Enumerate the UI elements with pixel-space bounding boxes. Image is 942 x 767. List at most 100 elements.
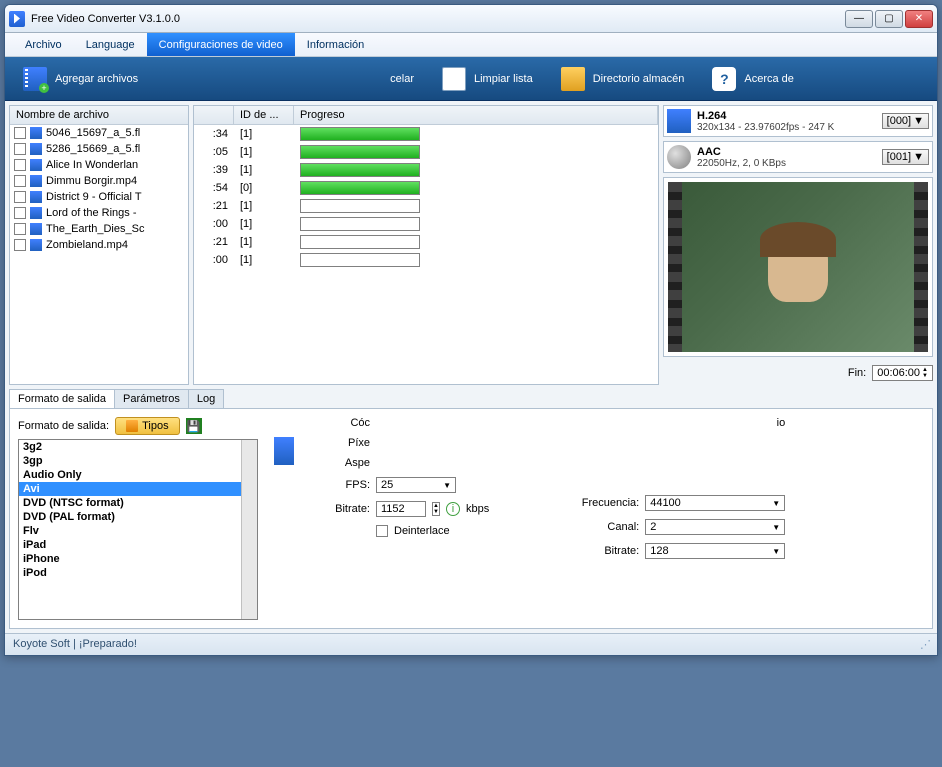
film-add-icon: + (23, 67, 47, 91)
maximize-button[interactable]: ▢ (875, 10, 903, 28)
audio-codec-info: 22050Hz, 2, 0 KBps (697, 158, 876, 169)
resize-grip[interactable]: ⋰ (920, 638, 929, 651)
file-row[interactable]: Zombieland.mp4 (10, 237, 188, 253)
format-option[interactable]: 3g2 (19, 440, 257, 454)
tab-log[interactable]: Log (188, 389, 224, 408)
storage-dir-button[interactable]: Directorio almacén (549, 62, 697, 96)
abitrate-select[interactable]: 128▼ (645, 543, 785, 559)
video-stream-select[interactable]: [000]▼ (882, 113, 929, 129)
progress-row[interactable]: :00[1] (194, 251, 658, 269)
cancel-button-partial[interactable]: celar (378, 62, 426, 96)
file-checkbox[interactable] (14, 191, 26, 203)
file-row[interactable]: Dimmu Borgir.mp4 (10, 173, 188, 189)
file-checkbox[interactable] (14, 143, 26, 155)
clear-list-button[interactable]: Limpiar lista (430, 62, 545, 96)
fin-time-input[interactable]: 00:06:00 ▲▼ (872, 365, 933, 381)
progress-row[interactable]: :39[1] (194, 161, 658, 179)
progress-row[interactable]: :21[1] (194, 233, 658, 251)
add-files-button[interactable]: + Agregar archivos (11, 62, 150, 96)
bitrate-input[interactable]: 1152 (376, 501, 426, 517)
spin-down-icon[interactable]: ▼ (433, 509, 439, 515)
file-name: 5046_15697_a_5.fl (46, 127, 140, 139)
app-icon (9, 11, 25, 27)
format-option[interactable]: DVD (NTSC format) (19, 496, 257, 510)
canal-label: Canal: (569, 521, 639, 533)
menu-config[interactable]: Configuraciones de video (147, 33, 295, 56)
col-time[interactable] (194, 106, 234, 124)
video-params-icon (274, 437, 294, 465)
file-checkbox[interactable] (14, 239, 26, 251)
progress-bar (300, 235, 420, 249)
tab-formato[interactable]: Formato de salida (9, 389, 115, 408)
file-checkbox[interactable] (14, 223, 26, 235)
format-listbox[interactable]: 3g23gpAudio OnlyAviDVD (NTSC format)DVD … (18, 439, 258, 620)
file-row[interactable]: The_Earth_Dies_Sc (10, 221, 188, 237)
menu-language[interactable]: Language (74, 33, 147, 56)
format-option[interactable]: Audio Only (19, 468, 257, 482)
file-row[interactable]: 5286_15669_a_5.fl (10, 141, 188, 157)
fin-label: Fin: (848, 367, 866, 379)
progress-bar (300, 181, 420, 195)
file-row[interactable]: 5046_15697_a_5.fl (10, 125, 188, 141)
close-button[interactable]: ✕ (905, 10, 933, 28)
abitrate-label: Bitrate: (569, 545, 639, 557)
spin-down-icon[interactable]: ▼ (922, 373, 928, 379)
audio-codec-name: AAC (697, 146, 876, 158)
col-progress[interactable]: Progreso (294, 106, 658, 124)
format-option[interactable]: iPad (19, 538, 257, 552)
progress-bar (300, 217, 420, 231)
format-option[interactable]: iPod (19, 566, 257, 580)
format-option[interactable]: iPhone (19, 552, 257, 566)
file-name: Dimmu Borgir.mp4 (46, 175, 137, 187)
file-checkbox[interactable] (14, 159, 26, 171)
video-codec-name: H.264 (697, 110, 876, 122)
video-codec-icon (667, 109, 691, 133)
video-codec-box: H.264 320x134 - 23.97602fps - 247 K [000… (663, 105, 933, 137)
audio-stream-select[interactable]: [001]▼ (882, 149, 929, 165)
progress-row[interactable]: :54[0] (194, 179, 658, 197)
progress-row[interactable]: :00[1] (194, 215, 658, 233)
save-icon[interactable]: 💾 (186, 418, 202, 434)
tipos-button[interactable]: Tipos (115, 417, 180, 435)
info-icon[interactable]: i (446, 502, 460, 516)
file-checkbox[interactable] (14, 175, 26, 187)
col-id[interactable]: ID de ... (234, 106, 294, 124)
format-option[interactable]: Flv (19, 524, 257, 538)
app-window: Free Video Converter V3.1.0.0 — ▢ ✕ Arch… (4, 4, 938, 656)
format-scrollbar[interactable] (241, 440, 257, 619)
format-option[interactable]: 3gp (19, 454, 257, 468)
vendor-label: Koyote Soft (13, 638, 70, 650)
tab-params[interactable]: Parámetros (114, 389, 189, 408)
file-checkbox[interactable] (14, 127, 26, 139)
format-option[interactable]: DVD (PAL format) (19, 510, 257, 524)
bitrate-label: Bitrate: (310, 503, 370, 515)
file-list: Nombre de archivo 5046_15697_a_5.fl 5286_… (9, 105, 189, 385)
file-list-header[interactable]: Nombre de archivo (10, 106, 188, 125)
format-option[interactable]: Avi (19, 482, 257, 496)
progress-bar (300, 253, 420, 267)
canal-select[interactable]: 2▼ (645, 519, 785, 535)
freq-select[interactable]: 44100▼ (645, 495, 785, 511)
file-name: Zombieland.mp4 (46, 239, 128, 251)
menu-info[interactable]: Información (295, 33, 376, 56)
minimize-button[interactable]: — (845, 10, 873, 28)
progress-row[interactable]: :21[1] (194, 197, 658, 215)
toolbar: + Agregar archivos celar Limpiar lista D… (5, 57, 937, 101)
file-icon (30, 239, 42, 251)
titlebar[interactable]: Free Video Converter V3.1.0.0 — ▢ ✕ (5, 5, 937, 33)
fps-select[interactable]: 25▼ (376, 477, 456, 493)
menu-archivo[interactable]: Archivo (13, 33, 74, 56)
progress-row[interactable]: :05[1] (194, 143, 658, 161)
about-button[interactable]: ? Acerca de (700, 62, 806, 96)
deinterlace-checkbox[interactable] (376, 525, 388, 537)
file-row[interactable]: Alice In Wonderlan (10, 157, 188, 173)
content-area: Nombre de archivo 5046_15697_a_5.fl 5286_… (5, 101, 937, 633)
file-checkbox[interactable] (14, 207, 26, 219)
progress-bar (300, 163, 420, 177)
document-icon (442, 67, 466, 91)
preview-pane (663, 177, 933, 357)
file-row[interactable]: District 9 - Official T (10, 189, 188, 205)
progress-row[interactable]: :34[1] (194, 125, 658, 143)
right-pane: H.264 320x134 - 23.97602fps - 247 K [000… (663, 105, 933, 385)
file-row[interactable]: Lord of the Rings - (10, 205, 188, 221)
